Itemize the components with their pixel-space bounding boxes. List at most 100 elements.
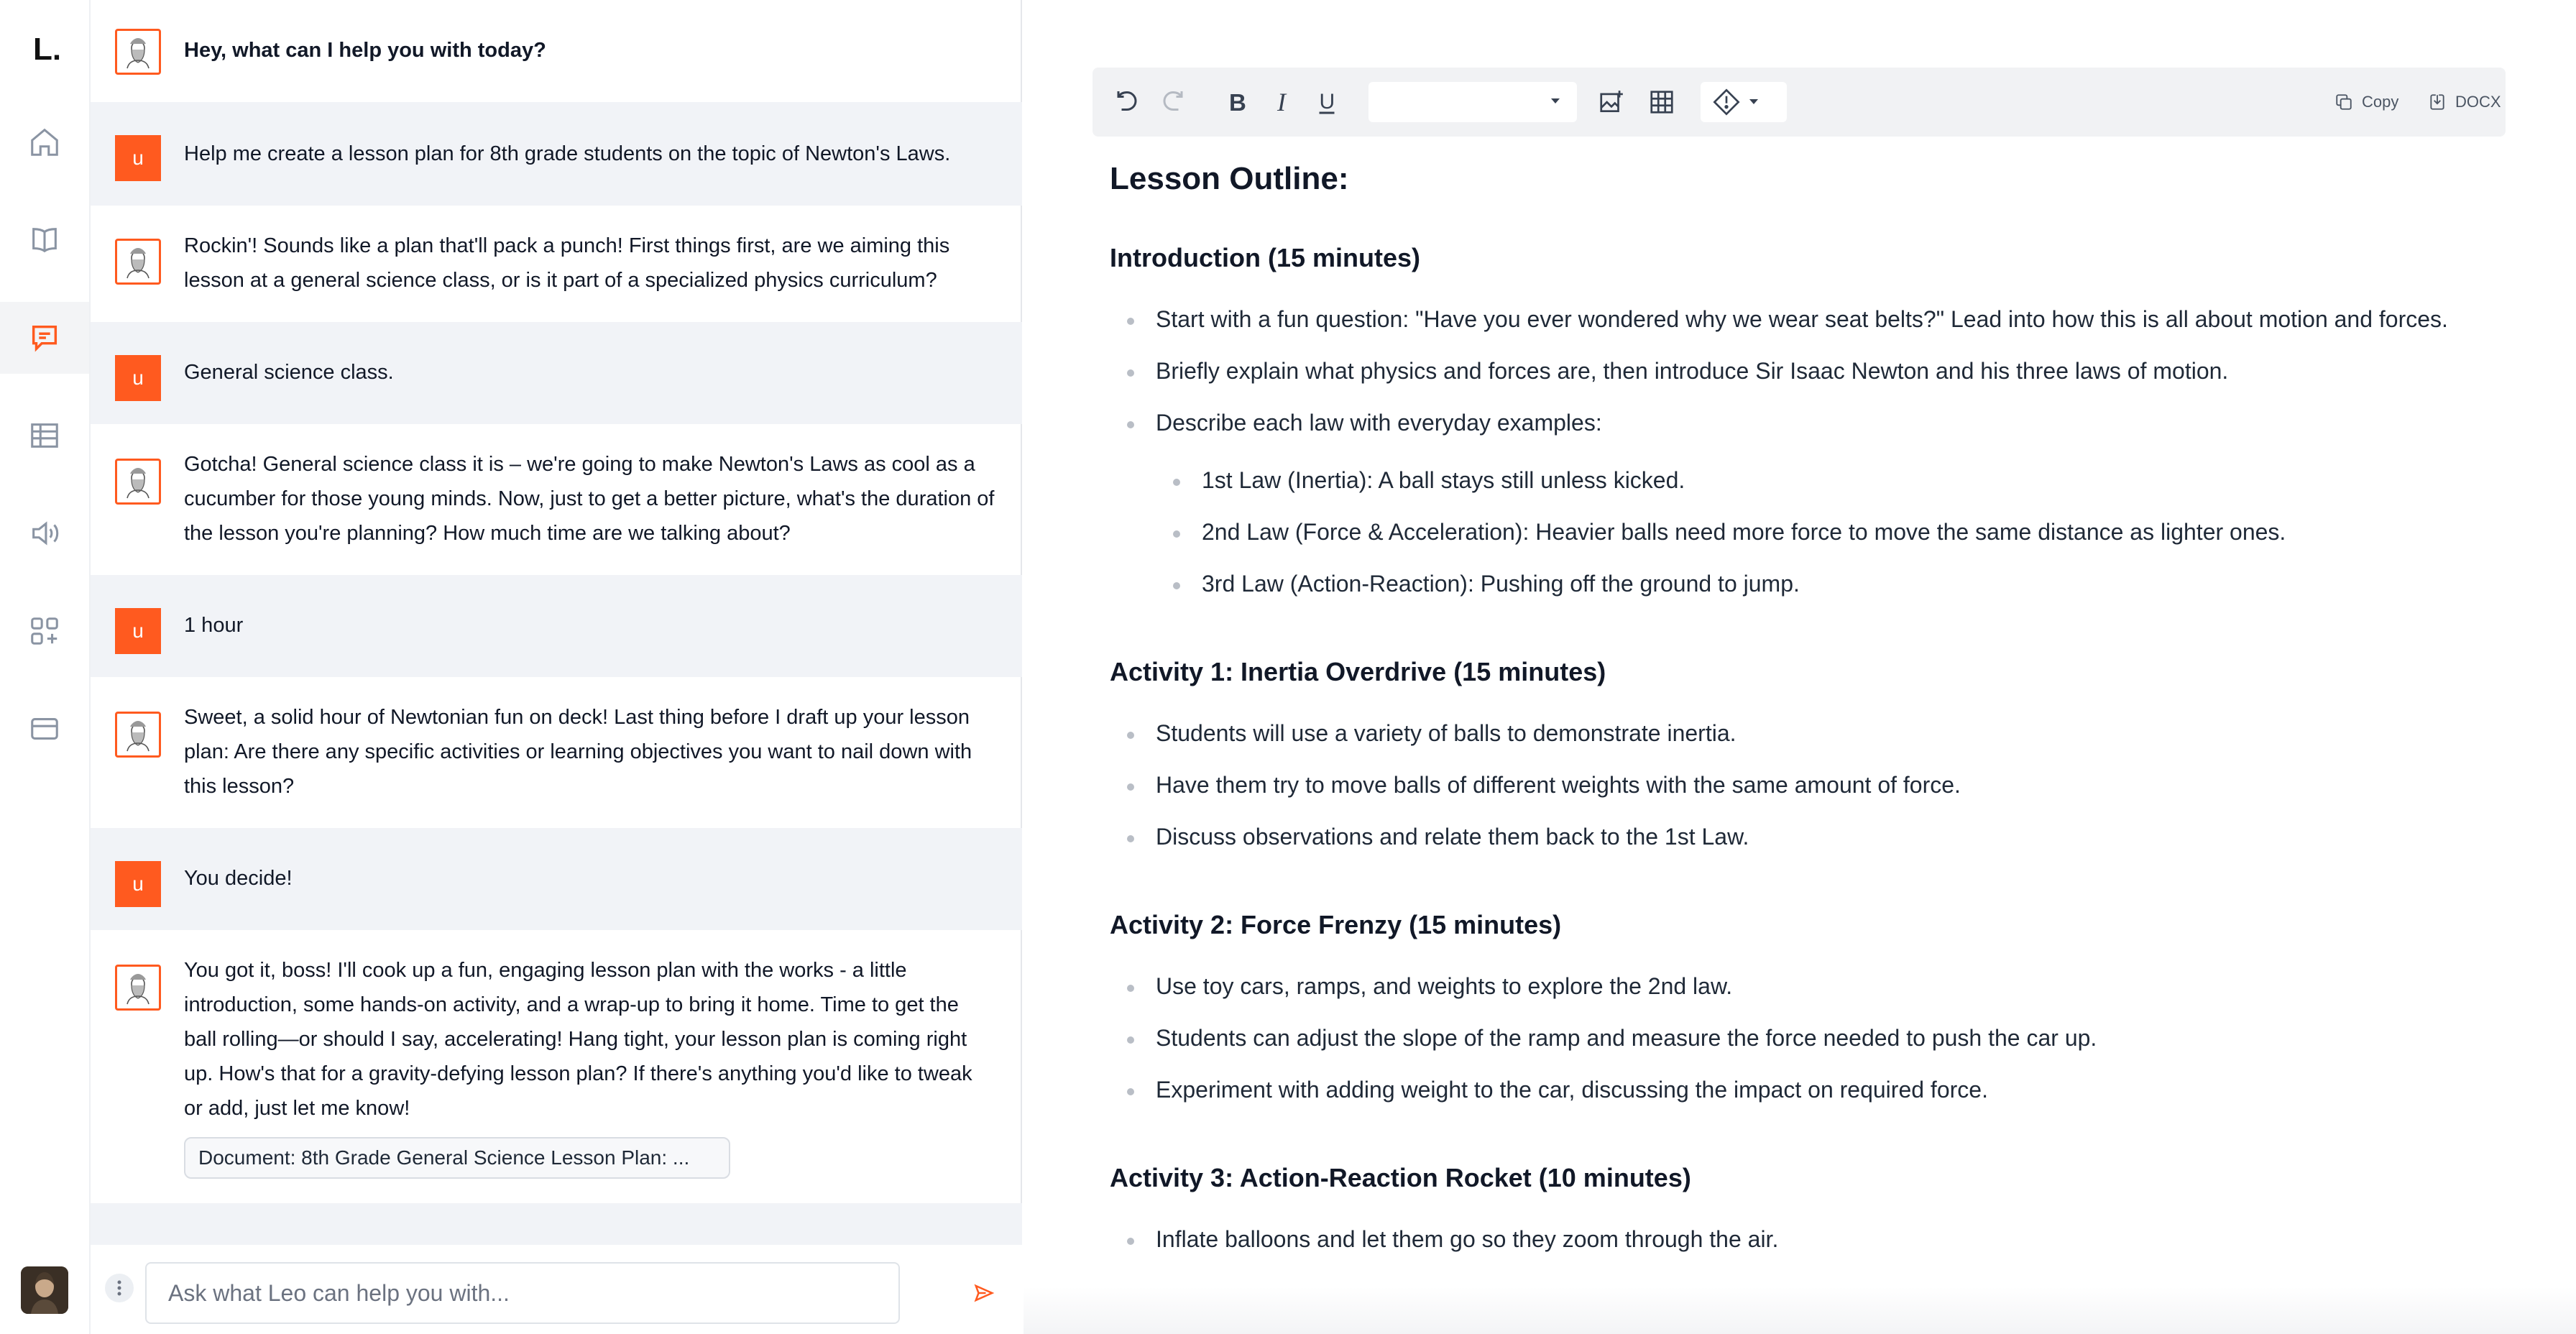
- bold-button[interactable]: B: [1219, 83, 1256, 121]
- italic-icon: I: [1276, 89, 1287, 115]
- card-icon: [31, 718, 58, 740]
- chat-input[interactable]: [145, 1262, 900, 1324]
- section-heading: Activity 3: Action-Reaction Rocket (10 m…: [1110, 1163, 1691, 1192]
- list-subitem: 3rd Law (Action-Reaction): Pushing off t…: [1173, 571, 1800, 597]
- caret-down-icon: [1551, 98, 1560, 104]
- callout-select[interactable]: [1701, 82, 1787, 122]
- message-text: Sweet, a solid hour of Newtonian fun on …: [184, 706, 972, 798]
- undo-button[interactable]: [1108, 83, 1146, 121]
- leo-portrait-icon: [126, 468, 150, 499]
- leo-portrait-icon: [120, 34, 156, 70]
- send-button[interactable]: [967, 1276, 1000, 1310]
- underline-icon: U: [1319, 90, 1335, 114]
- chat-message-bot: Rockin'! Sounds like a plan that'll pack…: [91, 206, 1022, 322]
- chat-panel: Hey, what can I help you with today? u H…: [91, 0, 1022, 1334]
- leo-portrait-icon: [126, 974, 150, 1005]
- section-heading: Activity 2: Force Frenzy (15 minutes): [1110, 910, 1562, 939]
- user-avatar: u: [115, 355, 161, 401]
- vertical-dots-icon: [117, 1280, 121, 1296]
- list-item: Experiment with adding weight to the car…: [1127, 1077, 1988, 1103]
- message-text: You got it, boss! I'll cook up a fun, en…: [184, 959, 972, 1120]
- bot-avatar: [115, 239, 161, 285]
- bot-avatar: [115, 965, 161, 1011]
- svg-text:B: B: [1229, 89, 1246, 115]
- redo-icon: [1163, 91, 1183, 111]
- message-text: 1 hour: [184, 614, 244, 637]
- chat-message-bot: Sweet, a solid hour of Newtonian fun on …: [91, 677, 1022, 828]
- leo-portrait-icon: [126, 721, 150, 752]
- scroll-fade: [1024, 1287, 2576, 1334]
- section-heading: Activity 1: Inertia Overdrive (15 minute…: [1110, 657, 1606, 686]
- download-icon: [2430, 94, 2444, 110]
- message-text: Hey, what can I help you with today?: [184, 39, 546, 62]
- list-item: Students can adjust the slope of the ram…: [1126, 1025, 2097, 1051]
- copy-icon: [2336, 94, 2352, 110]
- nav-tables[interactable]: [0, 400, 89, 472]
- list-item: Have them try to move balls of different…: [1127, 772, 1961, 798]
- undo-icon: [1117, 91, 1137, 111]
- message-text: Rockin'! Sounds like a plan that'll pack…: [184, 234, 950, 292]
- nav-chat[interactable]: [0, 302, 89, 374]
- caret-down-icon: [1749, 99, 1758, 104]
- user-profile-avatar[interactable]: [21, 1266, 68, 1314]
- chat-message-user: [91, 1203, 1022, 1245]
- portrait-icon: [21, 1266, 68, 1314]
- send-icon: [974, 1284, 995, 1302]
- table-icon: [31, 423, 58, 448]
- list-item: Inflate balloons and let them go so they…: [1126, 1226, 1779, 1252]
- list-subitem: 1st Law (Inertia): A ball stays still un…: [1172, 467, 1685, 493]
- chat-message-user: u General science class.: [91, 322, 1022, 424]
- redo-button[interactable]: [1154, 83, 1192, 121]
- list-subitem: 2nd Law (Force & Acceleration): Heavier …: [1172, 519, 2286, 545]
- book-icon: [32, 228, 57, 253]
- copy-button[interactable]: Copy: [2334, 88, 2398, 116]
- more-options-button[interactable]: [105, 1274, 134, 1302]
- bot-avatar: [115, 712, 161, 758]
- list-item: Start with a fun question: "Have you eve…: [1127, 306, 2448, 332]
- image-icon: [1600, 91, 1623, 113]
- bot-avatar: [115, 29, 161, 75]
- nav-library[interactable]: [0, 204, 89, 276]
- list-item: Briefly explain what physics and forces …: [1126, 358, 2229, 384]
- bot-avatar: [115, 459, 161, 505]
- svg-text:U: U: [1320, 90, 1335, 114]
- message-text: General science class.: [184, 361, 394, 384]
- section-heading: Introduction (15 minutes): [1110, 243, 1420, 272]
- nav-audio[interactable]: [0, 497, 89, 569]
- list-item: Students will use a variety of balls to …: [1127, 720, 1736, 746]
- insert-table-button[interactable]: [1643, 83, 1680, 121]
- editor-toolbar: B I U Copy DOCX: [1092, 68, 2506, 137]
- chat-icon: [32, 325, 58, 352]
- apps-icon: [31, 617, 58, 645]
- speaker-icon: [32, 521, 59, 546]
- italic-button[interactable]: I: [1265, 83, 1302, 121]
- bold-icon: B: [1229, 89, 1246, 115]
- nav-billing[interactable]: [0, 693, 89, 765]
- user-avatar: u: [115, 861, 161, 907]
- chat-message-user: u Help me create a lesson plan for 8th g…: [91, 102, 1022, 206]
- nav-rail: L.: [0, 0, 91, 1334]
- chat-message-user: u 1 hour: [91, 575, 1022, 677]
- chat-message-bot: Gotcha! General science class it is – we…: [91, 424, 1022, 575]
- svg-text:I: I: [1276, 89, 1287, 115]
- list-item: Use toy cars, ramps, and weights to expl…: [1126, 973, 1733, 999]
- user-avatar: u: [115, 608, 161, 654]
- message-text: Help me create a lesson plan for 8th gra…: [184, 142, 951, 165]
- insert-image-button[interactable]: [1593, 83, 1630, 121]
- document-panel: B I U Copy DOCX Lesson Outline: Introduc…: [1024, 0, 2576, 1334]
- document-title: Lesson Outline:: [1110, 161, 1349, 196]
- document-chip[interactable]: Document: 8th Grade General Science Less…: [184, 1137, 730, 1179]
- underline-button[interactable]: U: [1308, 83, 1346, 121]
- app-logo[interactable]: L.: [33, 32, 61, 68]
- message-text: Gotcha! General science class it is – we…: [184, 453, 995, 545]
- nav-apps[interactable]: [0, 595, 89, 667]
- table-grid-icon: [1650, 91, 1673, 114]
- docx-label: DOCX: [2455, 93, 2501, 111]
- chat-input-bar: [91, 1245, 1022, 1334]
- callout-icon: [1713, 88, 1740, 116]
- list-item: Describe each law with everyday examples…: [1127, 410, 1602, 436]
- text-style-select[interactable]: [1368, 82, 1577, 122]
- docx-export-button[interactable]: DOCX: [2428, 88, 2501, 116]
- nav-home[interactable]: [0, 106, 89, 178]
- leo-portrait-icon: [126, 248, 150, 279]
